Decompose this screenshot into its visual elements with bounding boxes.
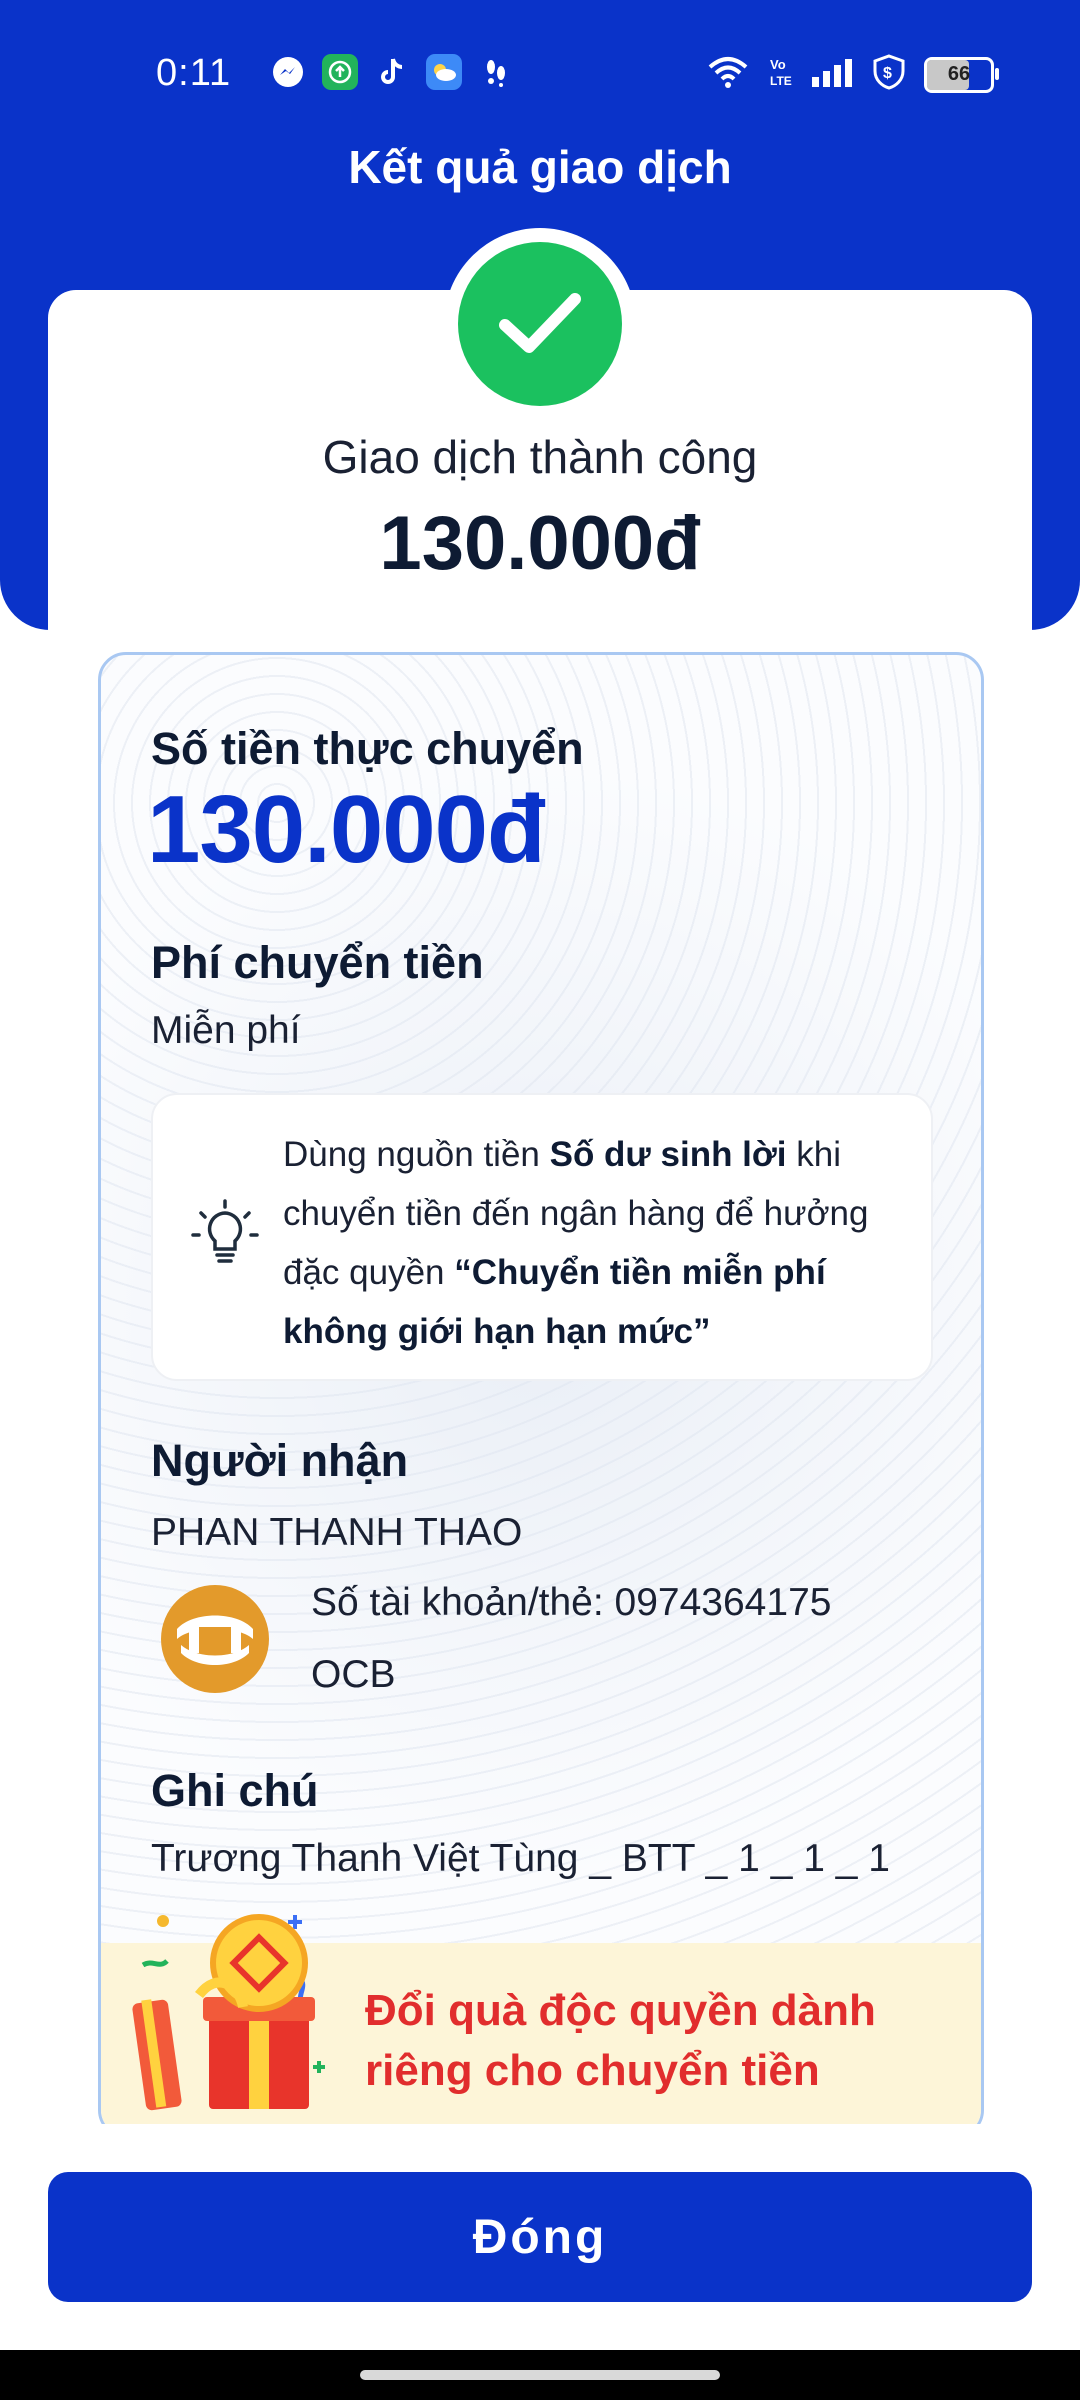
bank-name: OCB [311, 1653, 396, 1696]
messenger-icon [270, 54, 306, 90]
battery-level: 66 [947, 63, 971, 85]
transaction-status: Giao dịch thành công [322, 431, 758, 483]
fee-label: Phí chuyển tiền [151, 937, 484, 988]
promo-text: Đổi quà độc quyền dành riêng cho chuyển … [365, 1986, 876, 2095]
notification-icons [270, 54, 514, 90]
system-navigation-bar [0, 2350, 1080, 2400]
note-value: Trương Thanh Việt Tùng _ BTT _ 1 _ 1 _ 1 [151, 1837, 890, 1880]
ocb-bank-logo-icon [159, 1583, 271, 1695]
wifi-icon [706, 55, 750, 94]
system-icons: Vo LTE $ 66 [706, 54, 999, 95]
svg-text:LTE: LTE [770, 74, 792, 88]
svg-text:$: $ [883, 65, 892, 82]
gift-coin-icon [119, 1913, 349, 2123]
close-button[interactable]: Đóng [48, 2172, 1032, 2302]
weather-icon [426, 54, 462, 90]
svg-text:Vo: Vo [770, 57, 786, 72]
signal-icon [810, 57, 854, 92]
tip-text-part1: Dùng nguồn tiền [283, 1135, 550, 1174]
tip-text-bold1: Số dư sinh lời [549, 1135, 787, 1174]
status-bar: 0:11 Vo LTE $ 66 [0, 40, 1080, 106]
footprints-icon [478, 54, 514, 90]
recipient-label: Người nhận [151, 1435, 409, 1486]
vpn-shield-icon: $ [872, 54, 906, 95]
actual-amount-value: 130.000đ [147, 776, 546, 883]
transaction-amount: 130.000đ [379, 501, 701, 586]
lightbulb-icon [189, 1199, 261, 1271]
actual-amount-label: Số tiền thực chuyển [151, 723, 584, 774]
note-label: Ghi chú [151, 1765, 319, 1816]
page-title: Kết quả giao dịch [348, 141, 732, 193]
account-number: Số tài khoản/thẻ: 0974364175 [311, 1581, 832, 1624]
battery-icon: 66 [924, 56, 999, 93]
transaction-details: Số tiền thực chuyển 130.000đ Phí chuyển … [98, 652, 984, 2138]
volte-icon: Vo LTE [768, 55, 792, 94]
tiktok-icon [374, 54, 410, 90]
status-time: 0:11 [156, 52, 232, 94]
recipient-name: PHAN THANH THAO [151, 1511, 523, 1554]
upload-app-icon [322, 54, 358, 90]
tip-card[interactable]: Dùng nguồn tiền Số dư sinh lời khi chuyể… [151, 1093, 933, 1381]
tip-text: Dùng nguồn tiền Số dư sinh lời khi chuyể… [283, 1125, 903, 1361]
fee-value: Miễn phí [151, 1009, 301, 1052]
success-check-icon [458, 242, 622, 406]
promo-banner[interactable]: Đổi quà độc quyền dành riêng cho chuyển … [101, 1914, 981, 2135]
home-gesture-handle[interactable] [360, 2370, 720, 2380]
